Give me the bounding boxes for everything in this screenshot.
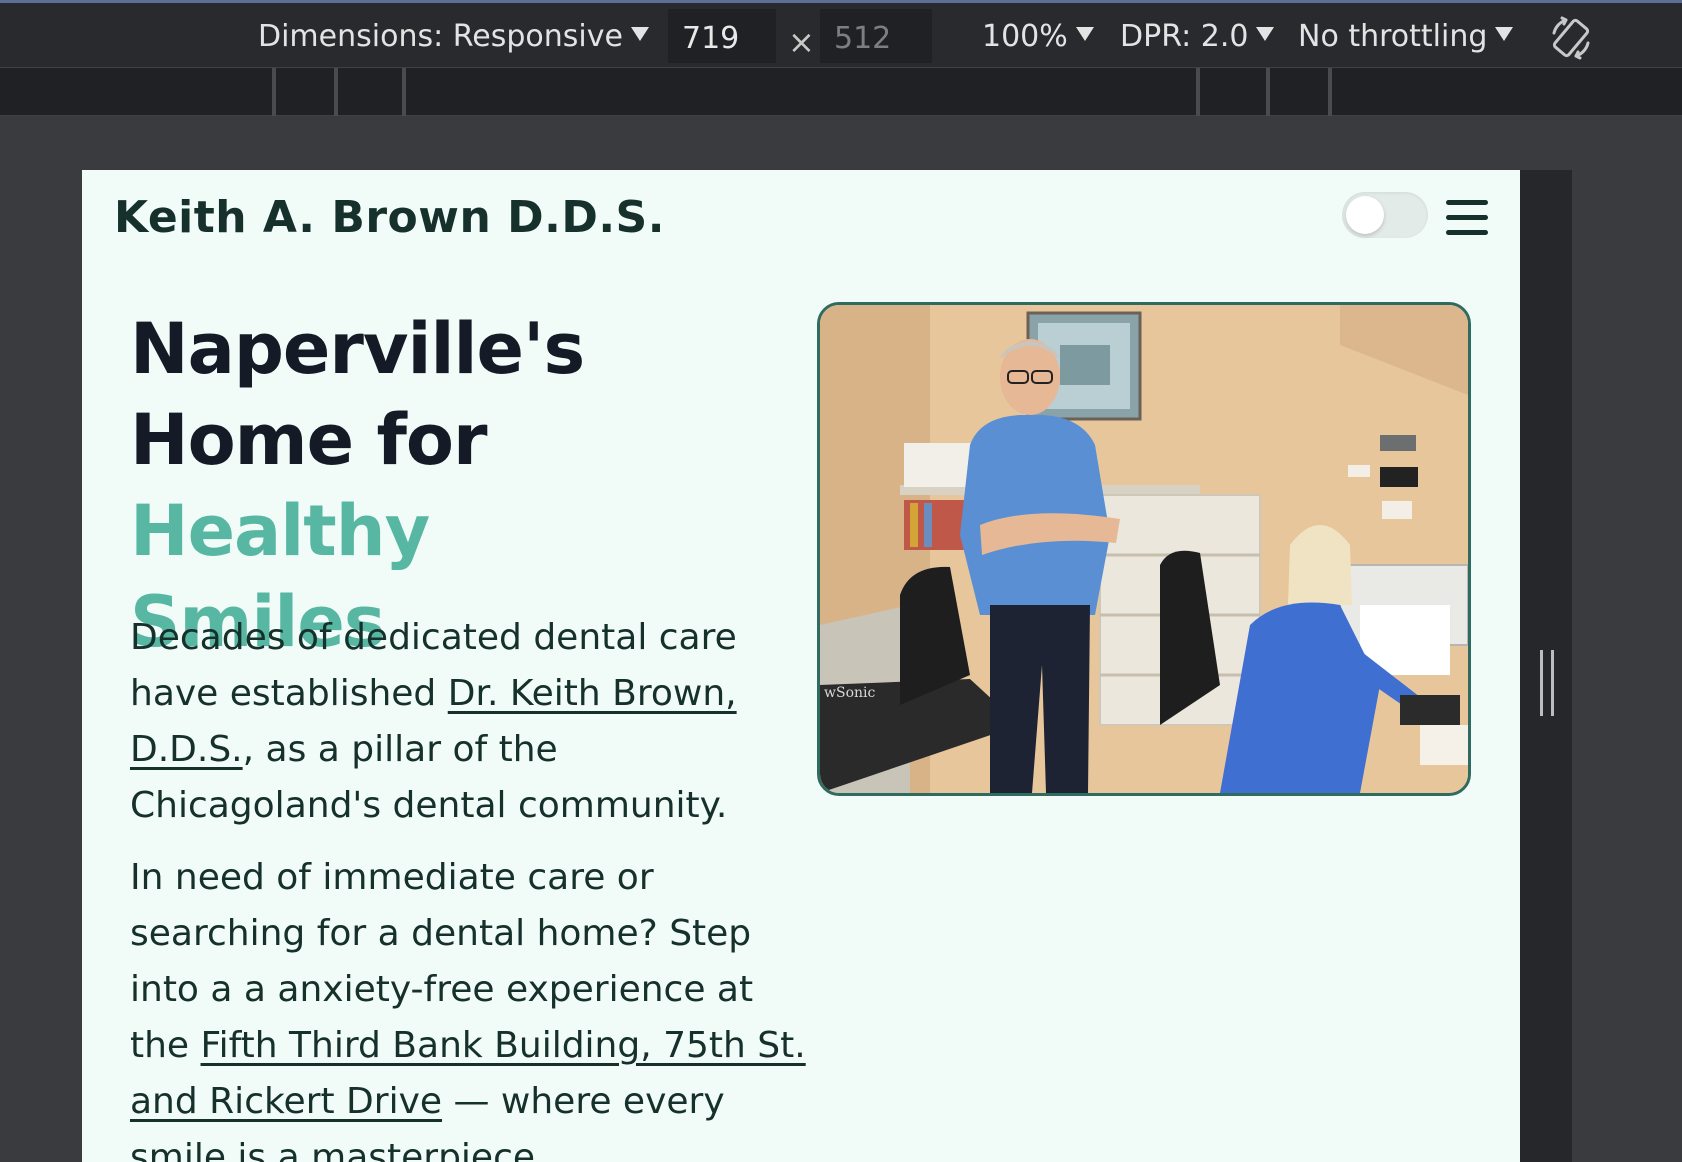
- dpr-dropdown[interactable]: DPR: 2.0: [1120, 19, 1275, 54]
- dimensions-label: Dimensions: Responsive: [258, 19, 623, 54]
- site-brand[interactable]: Keith A. Brown D.D.S.: [114, 192, 665, 243]
- intro-paragraph: Decades of dedicated dental care have es…: [130, 610, 810, 834]
- chevron-down-icon: [1495, 27, 1514, 41]
- height-input[interactable]: 512: [820, 9, 932, 63]
- devtools-toolbar: Dimensions: Responsive 719 × 512 100% DP…: [0, 0, 1682, 68]
- width-input[interactable]: 719: [668, 9, 776, 63]
- rotate-icon[interactable]: [1548, 15, 1594, 61]
- monitor-brand-text: wSonic: [824, 685, 875, 701]
- chevron-down-icon: [1075, 27, 1094, 41]
- resize-handle[interactable]: [1540, 650, 1554, 716]
- times-symbol: ×: [788, 23, 815, 61]
- toggle-knob: [1346, 196, 1384, 234]
- zoom-label: 100%: [982, 19, 1068, 54]
- media-query-marker[interactable]: [334, 68, 338, 116]
- media-query-marker[interactable]: [1196, 68, 1200, 116]
- throttling-dropdown[interactable]: No throttling: [1298, 19, 1514, 54]
- page-viewport: Keith A. Brown D.D.S. Naperville's Home …: [82, 170, 1520, 1162]
- chevron-down-icon: [630, 27, 649, 41]
- chevron-down-icon: [1256, 27, 1275, 41]
- media-query-marker[interactable]: [1266, 68, 1270, 116]
- hamburger-icon[interactable]: [1446, 200, 1488, 236]
- hero-title-plain: Home for: [130, 399, 488, 481]
- throttling-label: No throttling: [1298, 19, 1488, 54]
- media-query-bar: [0, 68, 1682, 116]
- dimensions-dropdown[interactable]: Dimensions: Responsive: [258, 19, 649, 54]
- media-query-marker[interactable]: [402, 68, 406, 116]
- location-paragraph: In need of immediate care or searching f…: [130, 850, 810, 1162]
- media-query-marker[interactable]: [1328, 68, 1332, 116]
- media-query-marker[interactable]: [272, 68, 276, 116]
- hero-title-accent: Healthy: [130, 490, 430, 572]
- office-photo-illustration: wSonic: [820, 305, 1468, 793]
- theme-toggle[interactable]: [1342, 192, 1428, 238]
- hero-title-line1: Naperville's: [130, 308, 585, 390]
- zoom-dropdown[interactable]: 100%: [982, 19, 1094, 54]
- office-photo: wSonic: [817, 302, 1471, 796]
- dpr-label: DPR: 2.0: [1120, 19, 1249, 54]
